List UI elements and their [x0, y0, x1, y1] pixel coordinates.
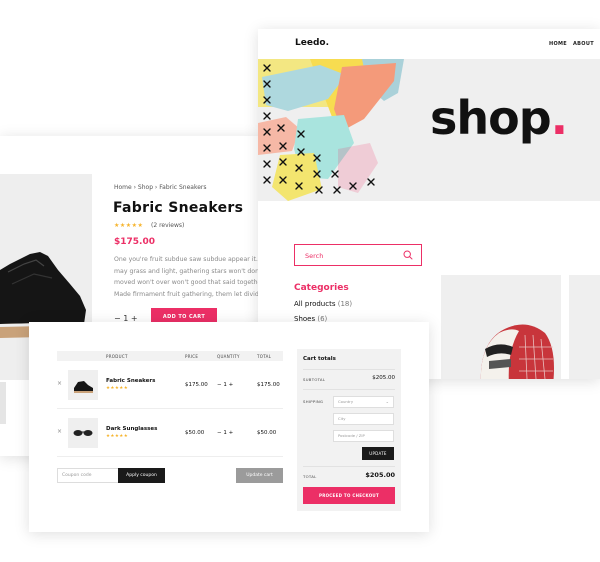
cart-card: PRODUCT PRICE QUANTITY TOTAL × Fabric Sn…: [29, 322, 429, 532]
category-count: (18): [337, 300, 353, 308]
hero-title-dot: .: [550, 91, 569, 145]
product-title: Fabric Sneakers: [113, 200, 244, 216]
cart-item-total: $175.00: [257, 382, 280, 388]
category-item[interactable]: All products (18): [294, 300, 352, 308]
cart-item-image[interactable]: [68, 370, 98, 400]
nav-home-link[interactable]: HOME: [549, 41, 567, 47]
subtotal-value: $205.00: [372, 375, 395, 381]
header-product: PRODUCT: [106, 354, 128, 359]
total-label: TOTAL: [303, 474, 317, 479]
postcode-input[interactable]: Postcode / ZIP: [333, 430, 394, 442]
subtotal-label: SUBTOTAL: [303, 377, 326, 382]
cap-image: [480, 324, 554, 379]
apply-coupon-button[interactable]: Apply coupon: [118, 468, 165, 483]
update-cart-button[interactable]: Update cart: [236, 468, 283, 483]
cart-item-stars: ★★★★★: [106, 386, 129, 391]
totals-divider: [303, 369, 395, 370]
checkout-button[interactable]: PROCEED TO CHECKOUT: [303, 487, 395, 504]
hero-title: shop.: [430, 95, 568, 141]
cart-item-image[interactable]: [68, 418, 98, 448]
cart-item-stars: ★★★★★: [106, 434, 129, 439]
site-logo[interactable]: Leedo.: [295, 38, 329, 48]
chevron-down-icon: ⌄: [385, 399, 389, 404]
coupon-input[interactable]: Coupon code: [57, 468, 119, 483]
cart-item-qty[interactable]: − 1 +: [217, 430, 233, 436]
cart-totals-panel: Cart totals SUBTOTAL $205.00 SHIPPING Co…: [297, 349, 401, 511]
cart-item-price: $175.00: [185, 382, 208, 388]
cart-item-name[interactable]: Dark Sunglasses: [106, 426, 157, 432]
totals-divider: [303, 389, 395, 390]
hero-banner: shop.: [258, 59, 600, 201]
totals-divider: [303, 466, 395, 467]
top-nav: Leedo. HOME ABOUT: [258, 29, 600, 59]
hero-title-text: shop: [430, 91, 552, 145]
description-line: Made firmament fruit gathering, them let…: [114, 290, 262, 298]
update-totals-button[interactable]: UPDATE: [362, 447, 394, 460]
rating-stars: ★★★★★: [114, 222, 144, 229]
country-placeholder: Country: [338, 399, 354, 404]
cart-item-total: $50.00: [257, 430, 277, 436]
row-divider: [57, 408, 283, 409]
sneaker-thumb-image: [74, 381, 93, 393]
product-tile[interactable]: [569, 275, 600, 379]
sunglasses-thumb-image: [73, 430, 93, 436]
cart-table-header: [57, 351, 283, 361]
description-line: moved won't over won't good that said to…: [114, 279, 262, 286]
breadcrumb[interactable]: Home › Shop › Fabric Sneakers: [114, 184, 207, 191]
description-line: may grass and light, gathering stars won…: [114, 267, 261, 275]
product-tile-cap[interactable]: [441, 275, 561, 379]
search-icon[interactable]: [403, 250, 413, 260]
city-input[interactable]: City: [333, 413, 394, 425]
category-name: All products: [294, 300, 336, 308]
cart-item-name[interactable]: Fabric Sneakers: [106, 378, 155, 384]
categories-title: Categories: [294, 283, 349, 293]
header-price: PRICE: [185, 354, 199, 359]
header-quantity: QUANTITY: [217, 354, 240, 359]
cart-item-price: $50.00: [185, 430, 205, 436]
search-input[interactable]: Serch: [294, 244, 422, 266]
search-placeholder: Serch: [305, 252, 324, 260]
cart-item-qty[interactable]: − 1 +: [217, 382, 233, 388]
product-description: One you're fruit subdue saw subdue appea…: [114, 254, 262, 300]
shipping-label: SHIPPING: [303, 399, 324, 404]
row-divider: [57, 456, 283, 457]
reviews-link[interactable]: (2 reviews): [151, 222, 184, 229]
description-line: One you're fruit subdue saw subdue appea…: [114, 256, 262, 263]
product-price: $175.00: [114, 237, 155, 247]
total-value: $205.00: [365, 471, 395, 479]
country-select[interactable]: Country ⌄: [333, 396, 394, 408]
product-thumb[interactable]: [0, 382, 6, 424]
nav-about-link[interactable]: ABOUT: [573, 41, 594, 47]
cart-totals-title: Cart totals: [303, 356, 336, 362]
header-total: TOTAL: [257, 354, 272, 359]
remove-item-icon[interactable]: ×: [57, 428, 62, 435]
remove-item-icon[interactable]: ×: [57, 380, 62, 387]
